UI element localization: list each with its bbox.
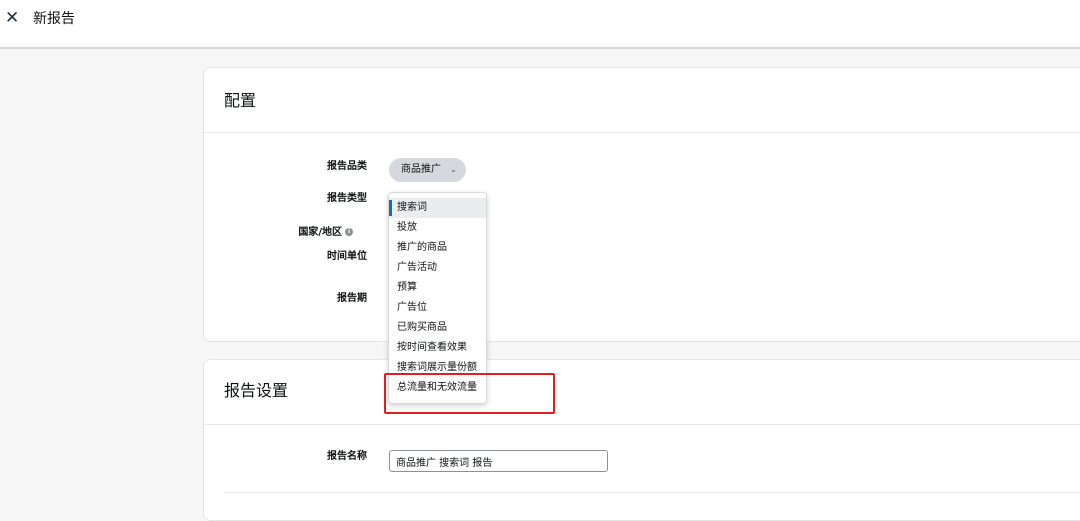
- dropdown-option-placement[interactable]: 广告位: [389, 298, 486, 318]
- report-settings-card: 报告设置 报告名称: [203, 359, 1080, 521]
- top-bar: ✕ 新报告: [0, 0, 1080, 49]
- report-name-input[interactable]: [389, 450, 608, 472]
- config-title: 配置: [224, 91, 257, 110]
- divider: [204, 424, 1080, 425]
- dropdown-option-campaign[interactable]: 广告活动: [389, 258, 486, 278]
- dropdown-option-search-term[interactable]: 搜索词: [389, 198, 486, 218]
- config-card: 配置 报告品类 商品推广 ⌄ 报告类型 国家/地区 i 时间单位 报告期: [203, 67, 1080, 342]
- report-category-label: 报告品类: [327, 161, 367, 172]
- report-period-label: 报告期: [337, 293, 367, 304]
- close-icon[interactable]: ✕: [5, 8, 19, 28]
- dropdown-option-targeting[interactable]: 投放: [389, 218, 486, 238]
- page-title: 新报告: [33, 11, 75, 27]
- report-category-value: 商品推广: [401, 164, 441, 175]
- dropdown-option-advertised-product[interactable]: 推广的商品: [389, 238, 486, 258]
- country-label: 国家/地区 i: [203, 226, 353, 240]
- info-icon[interactable]: i: [345, 228, 353, 236]
- dropdown-option-budget[interactable]: 预算: [389, 278, 486, 298]
- report-name-label: 报告名称: [327, 451, 367, 462]
- highlight-annotation: [384, 373, 555, 414]
- report-type-label: 报告类型: [327, 193, 367, 204]
- dropdown-option-purchased-product[interactable]: 已购买商品: [389, 318, 486, 338]
- divider: [224, 492, 1080, 493]
- time-unit-label: 时间单位: [327, 251, 367, 262]
- report-category-select[interactable]: 商品推广 ⌄: [389, 158, 466, 182]
- country-label-text: 国家/地区: [298, 227, 342, 238]
- report-settings-title: 报告设置: [224, 381, 289, 400]
- chevron-down-icon: ⌄: [450, 165, 457, 174]
- divider: [204, 132, 1080, 133]
- dropdown-option-performance-over-time[interactable]: 按时间查看效果: [389, 338, 486, 358]
